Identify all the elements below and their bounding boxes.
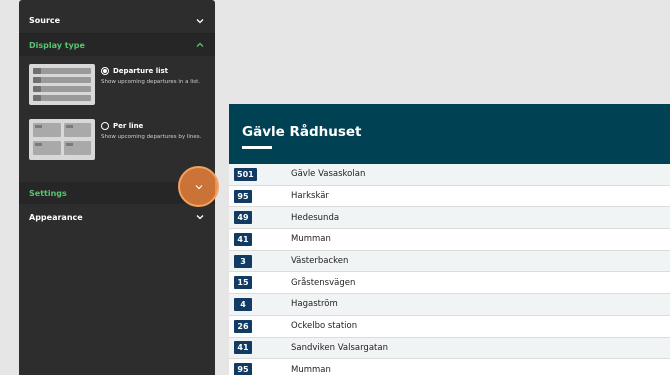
display-type-label: Display type xyxy=(29,40,85,50)
title-underline xyxy=(242,146,272,149)
destination: Harkskär xyxy=(291,191,329,202)
board-header: Gävle Rådhuset xyxy=(229,104,670,164)
appearance-label: Appearance xyxy=(29,212,83,222)
departure-row: 49 Hedesunda xyxy=(229,207,670,230)
departure-board: Gävle Rådhuset 501 Gävle Vasaskolan 95 Hark… xyxy=(229,104,670,375)
destination: Mumman xyxy=(291,364,331,375)
source-label: Source xyxy=(29,16,61,25)
option-title: Per line xyxy=(113,122,144,130)
radio-per-line[interactable] xyxy=(101,122,109,130)
departure-list-thumbnail[interactable] xyxy=(29,64,95,105)
departure-row: 95 Harkskär xyxy=(229,186,670,208)
line-badge: 95 xyxy=(234,189,252,203)
option-description: Show upcoming departures in a list. xyxy=(101,79,201,85)
display-type-options: Departure list Show upcoming departures … xyxy=(19,56,215,176)
chevron-up-icon xyxy=(195,40,205,50)
chevron-down-icon xyxy=(195,184,202,189)
departure-rows: 501 Gävle Vasaskolan 95 Harkskär 49 Hedesunda… xyxy=(229,164,670,375)
settings-label: Settings xyxy=(29,188,67,198)
destination: Hagaström xyxy=(291,299,338,310)
option-per-line[interactable]: Per line Show upcoming departures by lin… xyxy=(29,119,205,160)
destination: Mumman xyxy=(291,234,331,245)
departure-row: 26 Ockelbo station xyxy=(229,316,670,338)
departure-row: 41 Sandviken Valsargatan xyxy=(229,337,670,360)
line-badge: 41 xyxy=(234,232,252,246)
departure-row: 41 Mumman xyxy=(229,229,670,251)
option-title: Departure list xyxy=(113,67,169,75)
destination: Hedesunda xyxy=(291,212,340,223)
chevron-down-icon xyxy=(195,16,205,26)
click-highlight[interactable] xyxy=(178,166,219,207)
line-badge: 4 xyxy=(234,297,252,311)
option-description: Show upcoming departures by lines. xyxy=(101,134,202,140)
destination: Gävle Vasaskolan xyxy=(291,169,366,180)
per-line-thumbnail[interactable] xyxy=(29,119,95,160)
destination: Sandviken Valsargatan xyxy=(291,342,388,353)
source-section-header[interactable]: Source xyxy=(19,8,215,34)
stop-title: Gävle Rådhuset xyxy=(242,124,362,140)
destination: Ockelbo station xyxy=(291,321,358,332)
display-type-section-header[interactable]: Display type xyxy=(19,34,215,56)
line-badge: 3 xyxy=(234,254,252,268)
line-badge: 501 xyxy=(234,167,257,181)
departure-row: 3 Västerbacken xyxy=(229,250,670,273)
appearance-section-header[interactable]: Appearance xyxy=(19,204,215,230)
destination: Gråstensvägen xyxy=(291,277,356,288)
line-badge: 41 xyxy=(234,341,252,355)
line-badge: 95 xyxy=(234,363,252,375)
departure-row: 15 Gråstensvägen xyxy=(229,272,670,295)
departure-row: 501 Gävle Vasaskolan xyxy=(229,164,670,186)
departure-row: 95 Mumman xyxy=(229,359,670,375)
line-badge: 49 xyxy=(234,211,252,225)
radio-departure-list[interactable] xyxy=(101,67,109,75)
chevron-down-icon xyxy=(195,212,205,222)
line-badge: 15 xyxy=(234,276,252,290)
departure-row: 4 Hagaström xyxy=(229,294,670,316)
destination: Västerbacken xyxy=(291,256,349,267)
option-departure-list[interactable]: Departure list Show upcoming departures … xyxy=(29,64,205,105)
line-badge: 26 xyxy=(234,319,252,333)
